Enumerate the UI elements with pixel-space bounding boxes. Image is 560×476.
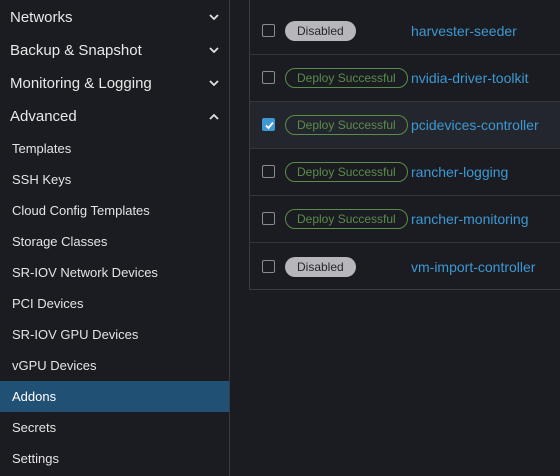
row-checkbox[interactable] [262, 24, 275, 37]
sidebar: Networks Backup & Snapshot Monitoring & … [0, 0, 230, 476]
sidebar-item-label: SR-IOV Network Devices [12, 265, 158, 280]
sidebar-item-label: Secrets [12, 420, 57, 435]
nav-group-label: Networks [10, 9, 73, 26]
addon-name-link[interactable]: vm-import-controller [411, 258, 535, 276]
checkmark-icon [265, 121, 274, 130]
main-content: Disabled harvester-seeder Deploy Success… [230, 0, 560, 476]
status-badge: Deploy Successful [285, 209, 408, 229]
nav-group-advanced[interactable]: Advanced [0, 100, 229, 133]
table-row[interactable]: Deploy Successful rancher-logging [250, 149, 560, 196]
row-checkbox[interactable] [262, 118, 275, 131]
nav-group-label: Advanced [10, 108, 77, 125]
sidebar-item-pci-devices[interactable]: PCI Devices [0, 288, 229, 319]
status-badge: Disabled [285, 21, 356, 41]
addons-table: Disabled harvester-seeder Deploy Success… [249, 0, 560, 290]
sidebar-item-label: PCI Devices [12, 296, 84, 311]
sidebar-item-label: Templates [12, 141, 72, 156]
addon-name-link[interactable]: rancher-logging [411, 163, 508, 181]
chevron-down-icon [208, 12, 220, 24]
row-checkbox[interactable] [262, 259, 275, 273]
addon-name-link[interactable]: pcidevices-controller [411, 116, 539, 134]
chevron-down-icon [208, 78, 220, 90]
nav-group-networks[interactable]: Networks [0, 1, 229, 34]
sidebar-item-storage-classes[interactable]: Storage Classes [0, 226, 229, 257]
nav-group-label: Monitoring & Logging [10, 75, 152, 92]
sidebar-item-addons[interactable]: Addons [0, 381, 229, 412]
addon-name-link[interactable]: nvidia-driver-toolkit [411, 69, 528, 87]
sidebar-item-label: Storage Classes [12, 234, 108, 249]
sidebar-item-secrets[interactable]: Secrets [0, 412, 229, 443]
status-badge: Deploy Successful [285, 162, 408, 182]
table-row[interactable]: Deploy Successful rancher-monitoring [250, 196, 560, 243]
nav-group-label: Backup & Snapshot [10, 42, 142, 59]
chevron-up-icon [208, 111, 220, 123]
table-row[interactable]: Deploy Successful nvidia-driver-toolkit [250, 55, 560, 102]
table-row[interactable]: Disabled harvester-seeder [250, 8, 560, 55]
sidebar-item-templates[interactable]: Templates [0, 133, 229, 164]
sidebar-item-label: SSH Keys [12, 172, 72, 187]
row-checkbox[interactable] [262, 212, 275, 225]
row-checkbox[interactable] [262, 165, 275, 178]
sidebar-item-vgpu-devices[interactable]: vGPU Devices [0, 350, 229, 381]
sidebar-item-settings[interactable]: Settings [0, 443, 229, 474]
table-row[interactable]: Deploy Successful pcidevices-controller [250, 102, 560, 149]
status-badge: Disabled [285, 256, 356, 277]
sidebar-item-label: Settings [12, 451, 59, 466]
sidebar-item-ssh-keys[interactable]: SSH Keys [0, 164, 229, 195]
addon-name-link[interactable]: rancher-monitoring [411, 210, 529, 228]
sidebar-item-label: SR-IOV GPU Devices [12, 327, 139, 342]
status-badge: Deploy Successful [285, 68, 408, 88]
sidebar-item-label: Addons [12, 389, 57, 404]
sidebar-item-sriov-gpu-devices[interactable]: SR-IOV GPU Devices [0, 319, 229, 350]
sidebar-item-label: vGPU Devices [12, 358, 97, 373]
chevron-down-icon [208, 45, 220, 57]
table-row[interactable]: Disabled vm-import-controller [250, 243, 560, 290]
nav-group-backup-snapshot[interactable]: Backup & Snapshot [0, 34, 229, 67]
sidebar-item-sriov-network-devices[interactable]: SR-IOV Network Devices [0, 257, 229, 288]
sidebar-item-label: Cloud Config Templates [12, 203, 150, 218]
sidebar-item-cloud-config-templates[interactable]: Cloud Config Templates [0, 195, 229, 226]
addon-name-link[interactable]: harvester-seeder [411, 22, 517, 40]
nav-group-monitoring-logging[interactable]: Monitoring & Logging [0, 67, 229, 100]
status-badge: Deploy Successful [285, 115, 408, 135]
row-checkbox[interactable] [262, 71, 275, 84]
